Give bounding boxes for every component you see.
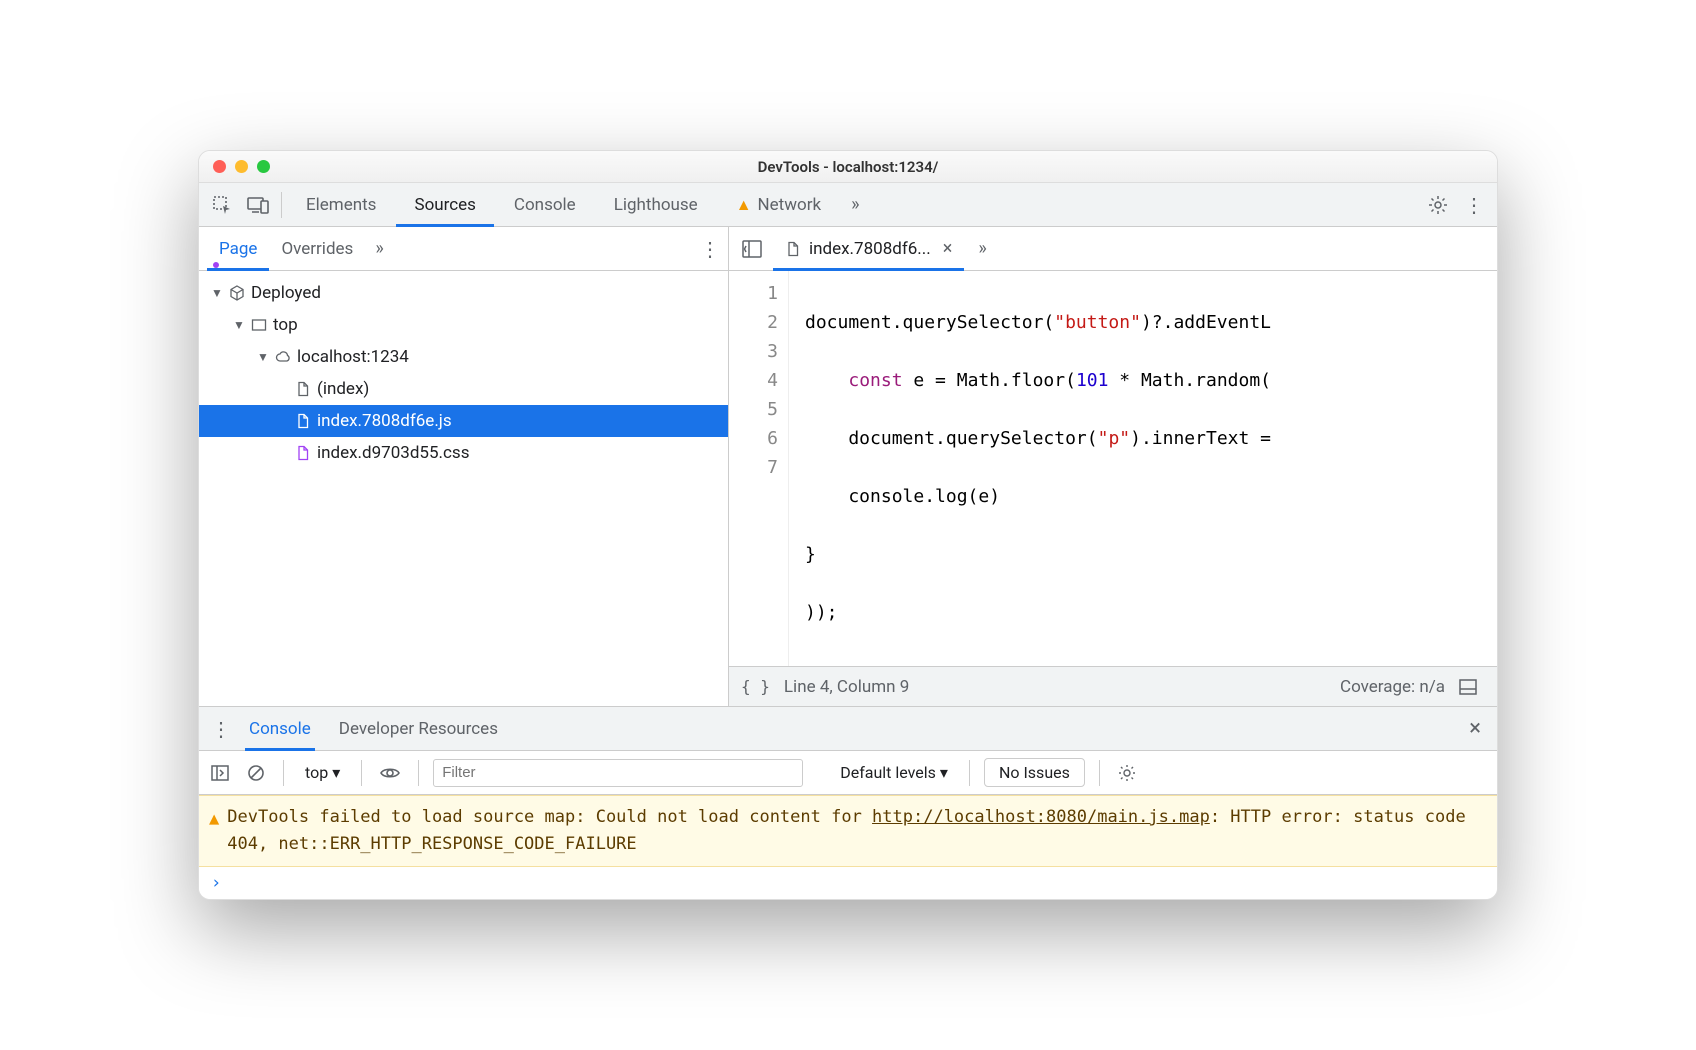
log-levels-selector[interactable]: Default levels ▾ [833,760,955,785]
pretty-print-icon[interactable]: { } [741,677,770,696]
tab-sources[interactable]: Sources [396,183,493,227]
editor-status-bar: { } Line 4, Column 9 Coverage: n/a [729,666,1497,706]
collapse-arrow-icon: ▼ [211,286,223,300]
line-number: 4 [729,366,778,395]
devtools-window: DevTools - localhost:1234/ Elements Sour… [198,150,1498,900]
tree-node-top[interactable]: ▼ top [199,309,728,341]
close-drawer-icon[interactable]: × [1461,716,1489,741]
more-tabs-icon[interactable]: » [841,194,869,215]
filter-input[interactable] [433,759,803,787]
document-icon [295,445,311,461]
collapse-arrow-icon: ▼ [257,350,269,364]
tree-label: top [273,315,298,335]
cube-icon [229,285,245,301]
settings-icon[interactable] [1421,188,1455,222]
divider [1099,760,1100,786]
code-content[interactable]: document.querySelector("button")?.addEve… [789,271,1497,666]
tree-label: (index) [317,379,369,399]
warning-icon: ▲ [209,806,219,858]
console-output: ▲ DevTools failed to load source map: Co… [199,795,1497,899]
cloud-icon [275,349,291,365]
tree-file-js[interactable]: index.7808df6e.js [199,405,728,437]
collapse-arrow-icon: ▼ [233,318,245,332]
line-number: 6 [729,424,778,453]
console-warning-row[interactable]: ▲ DevTools failed to load source map: Co… [199,795,1497,867]
kebab-menu-icon[interactable]: ⋮ [1457,188,1491,222]
issues-button[interactable]: No Issues [984,758,1085,787]
context-selector[interactable]: top ▾ [298,760,347,785]
main-tab-bar: Elements Sources Console Lighthouse ▲ Ne… [199,183,1497,227]
tree-node-host[interactable]: ▼ localhost:1234 [199,341,728,373]
more-editor-tabs-icon[interactable]: » [968,238,996,259]
navigator-tab-overrides[interactable]: Overrides [269,227,365,271]
tree-file-css[interactable]: index.d9703d55.css [199,437,728,469]
coverage-status: Coverage: n/a [1340,677,1445,697]
editor-pane: index.7808df6... × » 1 2 3 4 5 6 7 docum… [729,227,1497,706]
tab-network-label: Network [758,195,822,215]
tree-label: index.d9703d55.css [317,443,469,463]
drawer-menu-icon[interactable]: ⋮ [207,717,235,741]
tree-file-index[interactable]: (index) [199,373,728,405]
document-icon [295,413,311,429]
divider [281,192,282,218]
tab-lighthouse[interactable]: Lighthouse [596,183,716,227]
tab-network[interactable]: ▲ Network [718,183,839,227]
window-title: DevTools - localhost:1234/ [199,158,1497,176]
editor-tab-bar: index.7808df6... × » [729,227,1497,271]
document-icon [785,241,801,257]
source-map-link[interactable]: http://localhost:8080/main.js.map [872,807,1210,827]
warning-icon: ▲ [736,195,752,215]
tree-label: Deployed [251,283,321,303]
line-number: 1 [729,279,778,308]
line-number: 7 [729,453,778,482]
frame-icon [251,317,267,333]
device-toolbar-icon[interactable] [241,188,275,222]
live-expression-icon[interactable] [376,766,404,780]
editor-tab-file[interactable]: index.7808df6... × [773,227,964,271]
drawer-tab-devres[interactable]: Developer Resources [325,707,512,751]
drawer-tab-bar: ⋮ Console Developer Resources × [199,707,1497,751]
line-number: 2 [729,308,778,337]
chevron-down-icon: ▾ [332,763,340,782]
toggle-sidebar-icon[interactable] [207,765,233,781]
console-drawer: ⋮ Console Developer Resources × top ▾ [199,706,1497,899]
tab-console[interactable]: Console [496,183,594,227]
console-toolbar: top ▾ Default levels ▾ No Issues [199,751,1497,795]
navigator-tab-page[interactable]: Page [207,227,269,271]
navigator-tabs: Page Overrides » ⋮ [199,227,728,271]
warning-text: DevTools failed to load source map: Coul… [227,804,1485,858]
code-editor[interactable]: 1 2 3 4 5 6 7 document.querySelector("bu… [729,271,1497,666]
divider [283,760,284,786]
context-label: top [305,763,328,782]
document-icon [295,381,311,397]
console-settings-icon[interactable] [1114,764,1140,782]
toggle-sidebar-icon[interactable] [1459,679,1485,695]
cursor-position: Line 4, Column 9 [784,677,909,697]
line-gutter: 1 2 3 4 5 6 7 [729,271,789,666]
console-prompt[interactable]: › [199,867,1497,899]
drawer-tab-console[interactable]: Console [235,707,325,751]
inspect-element-icon[interactable] [205,188,239,222]
tree-label: index.7808df6e.js [317,411,452,431]
file-tree: ▼ Deployed ▼ top ▼ localhost:1234 (index… [199,271,728,706]
more-navigator-tabs-icon[interactable]: » [365,238,393,259]
tree-label: localhost:1234 [297,347,409,367]
window-titlebar: DevTools - localhost:1234/ [199,151,1497,183]
navigator-pane: Page Overrides » ⋮ ▼ Deployed ▼ top [199,227,729,706]
tree-node-deployed[interactable]: ▼ Deployed [199,277,728,309]
tab-elements[interactable]: Elements [288,183,394,227]
close-tab-icon[interactable]: × [939,238,953,259]
divider [361,760,362,786]
sources-panel: Page Overrides » ⋮ ▼ Deployed ▼ top [199,227,1497,706]
line-number: 5 [729,395,778,424]
divider [418,760,419,786]
levels-label: Default levels [840,763,936,782]
navigator-menu-icon[interactable]: ⋮ [700,237,720,261]
editor-tab-label: index.7808df6... [809,239,931,259]
divider [969,760,970,786]
line-number: 3 [729,337,778,366]
clear-console-icon[interactable] [243,764,269,782]
toggle-navigator-icon[interactable] [735,232,769,266]
